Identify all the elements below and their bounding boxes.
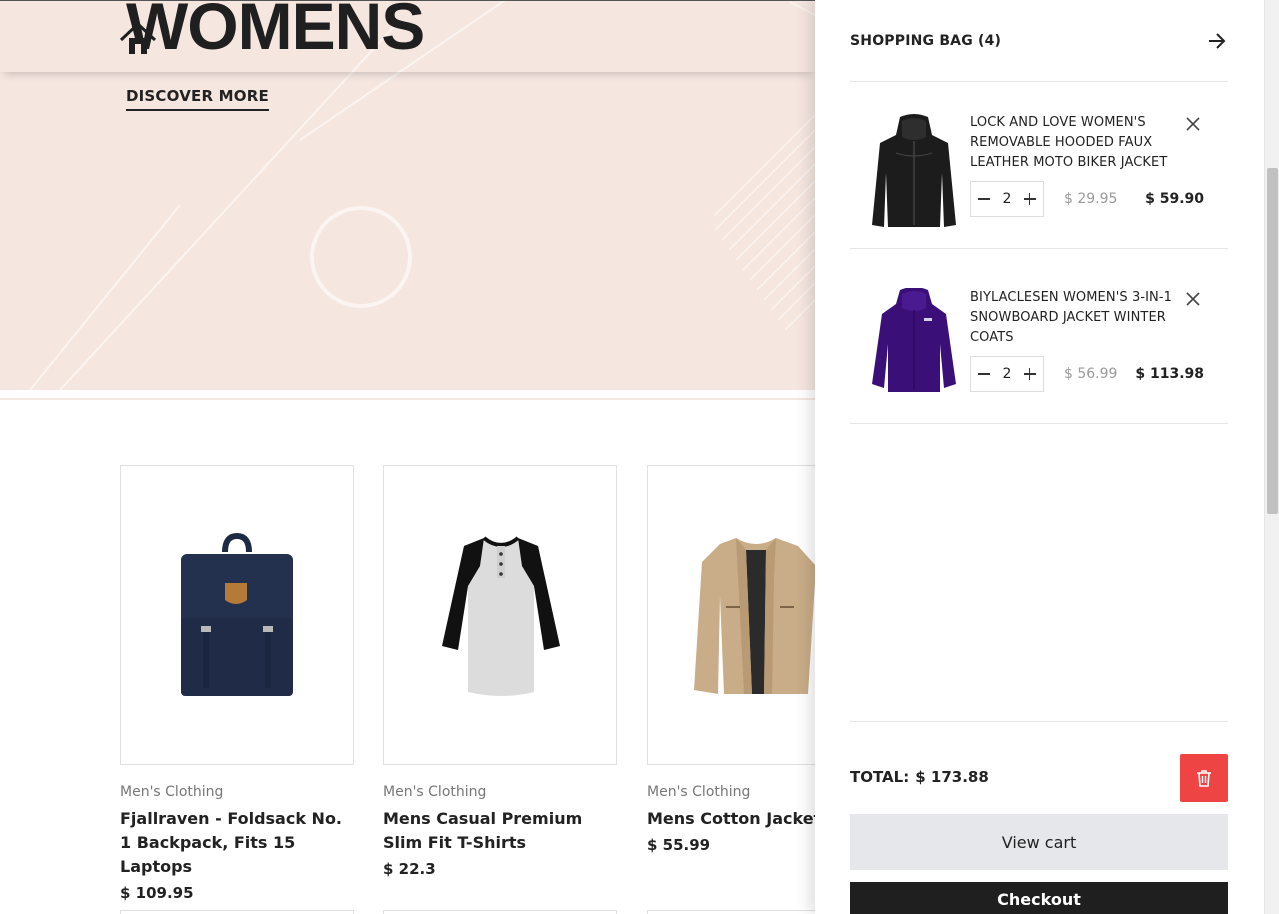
product-card[interactable]: Men's Clothing Mens Casual Premium Slim … bbox=[383, 465, 617, 879]
product-name[interactable]: Fjallraven - Foldsack No. 1 Backpack, Fi… bbox=[120, 807, 354, 879]
quantity-stepper: 2 bbox=[970, 181, 1044, 217]
cart-item-title[interactable]: BIYLACLESEN WOMEN'S 3-IN-1 SNOWBOARD JAC… bbox=[970, 288, 1180, 348]
product-card-next-row bbox=[647, 910, 815, 914]
total-value: $ 173.88 bbox=[915, 768, 989, 786]
cart-divider bbox=[850, 248, 1228, 249]
decrease-quantity-button[interactable] bbox=[977, 367, 991, 381]
shopping-bag-panel: SHOPPING BAG (4) LOCK AND LOVE WOMEN'S R… bbox=[815, 0, 1264, 914]
cart-item-title[interactable]: LOCK AND LOVE WOMEN'S REMOVABLE HOODED F… bbox=[970, 113, 1180, 173]
product-price: $ 109.95 bbox=[120, 884, 194, 902]
cart-title: SHOPPING BAG (4) bbox=[850, 33, 1002, 49]
product-card-next-row bbox=[120, 910, 354, 914]
product-category: Men's Clothing bbox=[383, 784, 487, 800]
home-icon[interactable] bbox=[118, 18, 162, 56]
close-icon[interactable] bbox=[1184, 115, 1202, 133]
decrease-quantity-button[interactable] bbox=[977, 192, 991, 206]
purple-snowboard-jacket-image bbox=[872, 288, 956, 392]
total-label-text: TOTAL: bbox=[850, 768, 910, 786]
product-image[interactable] bbox=[647, 465, 815, 765]
jacket-image bbox=[694, 538, 815, 694]
product-card-next-row bbox=[383, 910, 617, 914]
scrollbar-thumb[interactable] bbox=[1267, 168, 1278, 514]
cart-divider bbox=[850, 81, 1228, 82]
quantity-value: 2 bbox=[1002, 191, 1012, 207]
tshirt-image bbox=[442, 536, 560, 696]
product-image[interactable] bbox=[120, 465, 354, 765]
line-total: $ 113.98 bbox=[1135, 366, 1204, 382]
hero-title: WOMENS bbox=[126, 0, 425, 63]
quantity-stepper: 2 bbox=[970, 356, 1044, 392]
hero-divider bbox=[0, 398, 815, 400]
unit-price: $ 56.99 bbox=[1064, 366, 1118, 382]
cart-header: SHOPPING BAG (4) bbox=[850, 30, 1228, 52]
close-icon[interactable] bbox=[1184, 290, 1202, 308]
product-price: $ 22.3 bbox=[383, 860, 436, 878]
quantity-value: 2 bbox=[1002, 366, 1012, 382]
cart-divider bbox=[850, 721, 1228, 722]
cart-item: BIYLACLESEN WOMEN'S 3-IN-1 SNOWBOARD JAC… bbox=[850, 288, 1228, 438]
product-card[interactable]: Men's Clothing Fjallraven - Foldsack No.… bbox=[120, 465, 354, 903]
discover-more-link[interactable]: DISCOVER MORE bbox=[126, 86, 269, 111]
line-total: $ 59.90 bbox=[1145, 191, 1204, 207]
unit-price: $ 29.95 bbox=[1064, 191, 1118, 207]
total-label: TOTAL: $ 173.88 bbox=[850, 766, 989, 788]
product-image[interactable] bbox=[383, 465, 617, 765]
cart-divider bbox=[850, 423, 1228, 424]
product-category: Men's Clothing bbox=[120, 784, 224, 800]
cart-item: LOCK AND LOVE WOMEN'S REMOVABLE HOODED F… bbox=[850, 113, 1228, 263]
trash-icon bbox=[1197, 770, 1211, 787]
scrollbar[interactable] bbox=[1264, 0, 1279, 914]
increase-quantity-button[interactable] bbox=[1023, 367, 1037, 381]
page: WOMENS DISCOVER MORE Men's Clothing Fjal… bbox=[0, 0, 1279, 914]
arrow-right-icon[interactable] bbox=[1206, 30, 1228, 52]
increase-quantity-button[interactable] bbox=[1023, 192, 1037, 206]
hero-banner: WOMENS DISCOVER MORE bbox=[0, 0, 815, 390]
backpack-image bbox=[181, 532, 293, 696]
view-cart-button[interactable]: View cart bbox=[850, 814, 1228, 870]
clear-cart-button[interactable] bbox=[1180, 754, 1228, 802]
product-name[interactable]: Mens Casual Premium Slim Fit T-Shirts bbox=[383, 807, 617, 855]
black-leather-jacket-image bbox=[872, 114, 956, 227]
cart-total-row: TOTAL: $ 173.88 bbox=[850, 754, 1228, 802]
checkout-button[interactable]: Checkout bbox=[850, 882, 1228, 914]
